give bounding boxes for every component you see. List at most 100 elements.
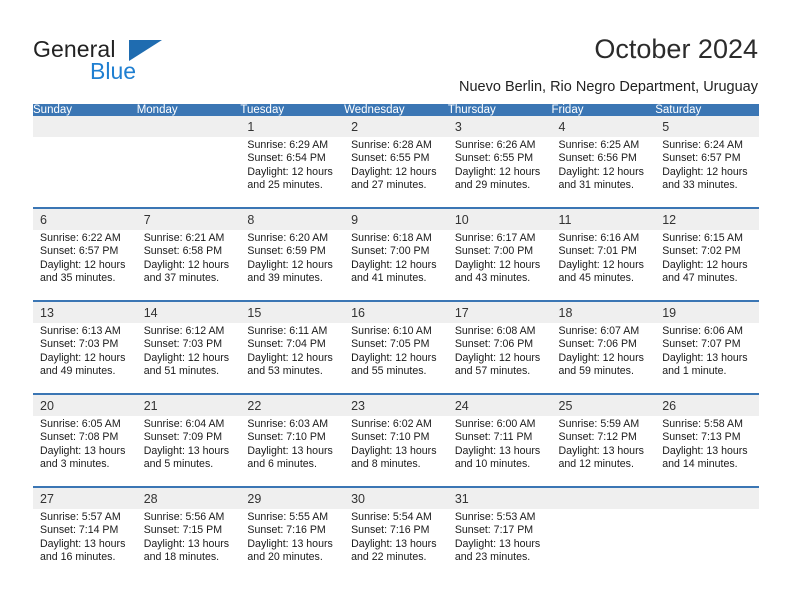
day-cell-details[interactable]: Sunrise: 6:06 AM Sunset: 7:07 PM Daylight:…: [655, 323, 759, 393]
day-number[interactable]: 8: [240, 209, 345, 230]
day-number[interactable]: 1: [240, 116, 345, 137]
sunrise-text: Sunrise: 6:17 AM: [454, 232, 536, 244]
day-number[interactable]: 24: [447, 395, 552, 416]
day-number[interactable]: 29: [240, 488, 345, 509]
day-cell-details[interactable]: Sunrise: 6:18 AM Sunset: 7:00 PM Daylight:…: [344, 230, 448, 300]
day-number[interactable]: 12: [655, 209, 759, 230]
day-number[interactable]: 21: [136, 395, 241, 416]
day-cell-empty: [551, 509, 656, 579]
sunset-text: Sunset: 6:55 PM: [351, 152, 430, 165]
day-number[interactable]: 9: [344, 209, 448, 230]
day-number[interactable]: 17: [447, 302, 552, 323]
day-cell-details[interactable]: Sunrise: 5:58 AM Sunset: 7:13 PM Daylight:…: [655, 416, 759, 486]
day-number[interactable]: 19: [655, 302, 759, 323]
daylight-text-line2: and 53 minutes.: [247, 365, 323, 378]
day-cell-details[interactable]: Sunrise: 5:53 AM Sunset: 7:17 PM Daylight:…: [447, 509, 552, 579]
day-cell-details[interactable]: Sunrise: 6:10 AM Sunset: 7:05 PM Daylight:…: [344, 323, 448, 393]
daylight-text-line2: and 37 minutes.: [143, 272, 220, 285]
day-cell-details[interactable]: Sunrise: 6:15 AM Sunset: 7:02 PM Daylight:…: [655, 230, 759, 300]
day-number[interactable]: 6: [33, 209, 137, 230]
day-cell-details[interactable]: Sunrise: 6:21 AM Sunset: 6:58 PM Daylight:…: [136, 230, 241, 300]
day-cell-details[interactable]: Sunrise: 6:24 AM Sunset: 6:57 PM Daylight:…: [655, 137, 759, 207]
sunrise-text: Sunrise: 6:21 AM: [143, 232, 225, 244]
sunset-text: Sunset: 7:06 PM: [558, 338, 637, 351]
sunrise-sunset-calendar: Sunday Monday Tuesday Wednesday Thursday Frid…: [33, 104, 759, 579]
sunset-text: Sunset: 7:03 PM: [40, 338, 119, 351]
day-number[interactable]: 18: [551, 302, 656, 323]
day-number[interactable]: 5: [655, 116, 759, 137]
day-cell-details[interactable]: Sunrise: 6:28 AM Sunset: 6:55 PM Daylight:…: [344, 137, 448, 207]
day-number[interactable]: 7: [136, 209, 241, 230]
day-number[interactable]: 10: [447, 209, 552, 230]
sunset-text: Sunset: 7:16 PM: [247, 524, 326, 537]
weekday-header-monday: Monday: [136, 104, 241, 116]
day-cell-details[interactable]: Sunrise: 6:05 AM Sunset: 7:08 PM Daylight:…: [33, 416, 137, 486]
day-cell-details[interactable]: Sunrise: 5:55 AM Sunset: 7:16 PM Daylight:…: [240, 509, 345, 579]
day-number[interactable]: 23: [344, 395, 448, 416]
day-cell-details[interactable]: Sunrise: 6:11 AM Sunset: 7:04 PM Daylight:…: [240, 323, 345, 393]
sunrise-text: Sunrise: 6:12 AM: [143, 325, 225, 337]
day-number[interactable]: 4: [551, 116, 656, 137]
day-cell-details[interactable]: Sunrise: 5:57 AM Sunset: 7:14 PM Daylight:…: [33, 509, 137, 579]
week-date-row: 20 21 22 23 24 25 26: [33, 395, 759, 416]
day-number[interactable]: 13: [33, 302, 137, 323]
week-date-row: 13 14 15 16 17 18 19: [33, 302, 759, 323]
day-number-empty: [136, 116, 241, 137]
sunrise-text: Sunrise: 5:56 AM: [143, 511, 225, 523]
day-cell-details[interactable]: Sunrise: 6:04 AM Sunset: 7:09 PM Daylight:…: [136, 416, 241, 486]
day-number[interactable]: 31: [447, 488, 552, 509]
day-cell-details[interactable]: Sunrise: 6:26 AM Sunset: 6:55 PM Daylight:…: [447, 137, 552, 207]
day-number[interactable]: 20: [33, 395, 137, 416]
sunset-text: Sunset: 7:04 PM: [247, 338, 326, 351]
day-cell-details[interactable]: Sunrise: 6:16 AM Sunset: 7:01 PM Daylight:…: [551, 230, 656, 300]
day-number[interactable]: 2: [344, 116, 448, 137]
day-number[interactable]: 28: [136, 488, 241, 509]
sunrise-text: Sunrise: 6:29 AM: [247, 139, 329, 151]
day-cell-details[interactable]: Sunrise: 6:08 AM Sunset: 7:06 PM Daylight:…: [447, 323, 552, 393]
day-number[interactable]: 25: [551, 395, 656, 416]
sunrise-text: Sunrise: 6:13 AM: [40, 325, 121, 337]
day-cell-details[interactable]: Sunrise: 6:00 AM Sunset: 7:11 PM Daylight:…: [447, 416, 552, 486]
day-number[interactable]: 26: [655, 395, 759, 416]
day-number[interactable]: 22: [240, 395, 345, 416]
day-cell-details[interactable]: Sunrise: 5:56 AM Sunset: 7:15 PM Daylight:…: [136, 509, 241, 579]
daylight-text-line2: and 20 minutes.: [247, 551, 323, 564]
day-number[interactable]: 27: [33, 488, 137, 509]
daylight-text-line1: Daylight: 12 hours: [247, 165, 333, 178]
sunrise-text: Sunrise: 6:11 AM: [247, 325, 328, 337]
sunset-text: Sunset: 7:12 PM: [558, 431, 637, 444]
day-cell-details[interactable]: Sunrise: 6:20 AM Sunset: 6:59 PM Daylight:…: [240, 230, 345, 300]
day-cell-details[interactable]: Sunrise: 6:12 AM Sunset: 7:03 PM Daylight:…: [136, 323, 241, 393]
daylight-text-line2: and 14 minutes.: [662, 458, 738, 471]
day-cell-details[interactable]: Sunrise: 6:07 AM Sunset: 7:06 PM Daylight:…: [551, 323, 656, 393]
day-number[interactable]: 15: [240, 302, 345, 323]
weekday-header-wednesday: Wednesday: [344, 104, 448, 116]
day-cell-empty: [33, 137, 137, 207]
sunset-text: Sunset: 7:10 PM: [351, 431, 430, 444]
sunset-text: Sunset: 7:07 PM: [662, 338, 741, 351]
day-cell-details[interactable]: Sunrise: 6:29 AM Sunset: 6:54 PM Daylight:…: [240, 137, 345, 207]
day-number[interactable]: 16: [344, 302, 448, 323]
day-number[interactable]: 30: [344, 488, 448, 509]
week-detail-row: Sunrise: 6:22 AM Sunset: 6:57 PM Daylight:…: [33, 230, 759, 300]
daylight-text-line1: Daylight: 12 hours: [247, 351, 333, 364]
sunrise-text: Sunrise: 6:00 AM: [454, 418, 536, 430]
day-cell-details[interactable]: Sunrise: 6:25 AM Sunset: 6:56 PM Daylight:…: [551, 137, 656, 207]
day-cell-details[interactable]: Sunrise: 5:54 AM Sunset: 7:16 PM Daylight:…: [344, 509, 448, 579]
day-number[interactable]: 14: [136, 302, 241, 323]
daylight-text-line2: and 1 minute.: [662, 365, 727, 378]
day-number[interactable]: 3: [447, 116, 552, 137]
day-cell-details[interactable]: Sunrise: 6:13 AM Sunset: 7:03 PM Daylight:…: [33, 323, 137, 393]
day-number[interactable]: 11: [551, 209, 656, 230]
general-blue-logo[interactable]: General Blue: [33, 36, 273, 88]
day-cell-details[interactable]: Sunrise: 6:17 AM Sunset: 7:00 PM Daylight:…: [447, 230, 552, 300]
day-cell-details[interactable]: Sunrise: 6:03 AM Sunset: 7:10 PM Daylight:…: [240, 416, 345, 486]
daylight-text-line2: and 29 minutes.: [454, 179, 531, 192]
day-cell-details[interactable]: Sunrise: 6:22 AM Sunset: 6:57 PM Daylight:…: [33, 230, 137, 300]
daylight-text-line2: and 51 minutes.: [143, 365, 220, 378]
day-cell-details[interactable]: Sunrise: 5:59 AM Sunset: 7:12 PM Daylight:…: [551, 416, 656, 486]
daylight-text-line2: and 22 minutes.: [351, 551, 427, 564]
daylight-text-line2: and 5 minutes.: [143, 458, 214, 471]
sunset-text: Sunset: 7:06 PM: [454, 338, 534, 351]
day-cell-details[interactable]: Sunrise: 6:02 AM Sunset: 7:10 PM Daylight:…: [344, 416, 448, 486]
